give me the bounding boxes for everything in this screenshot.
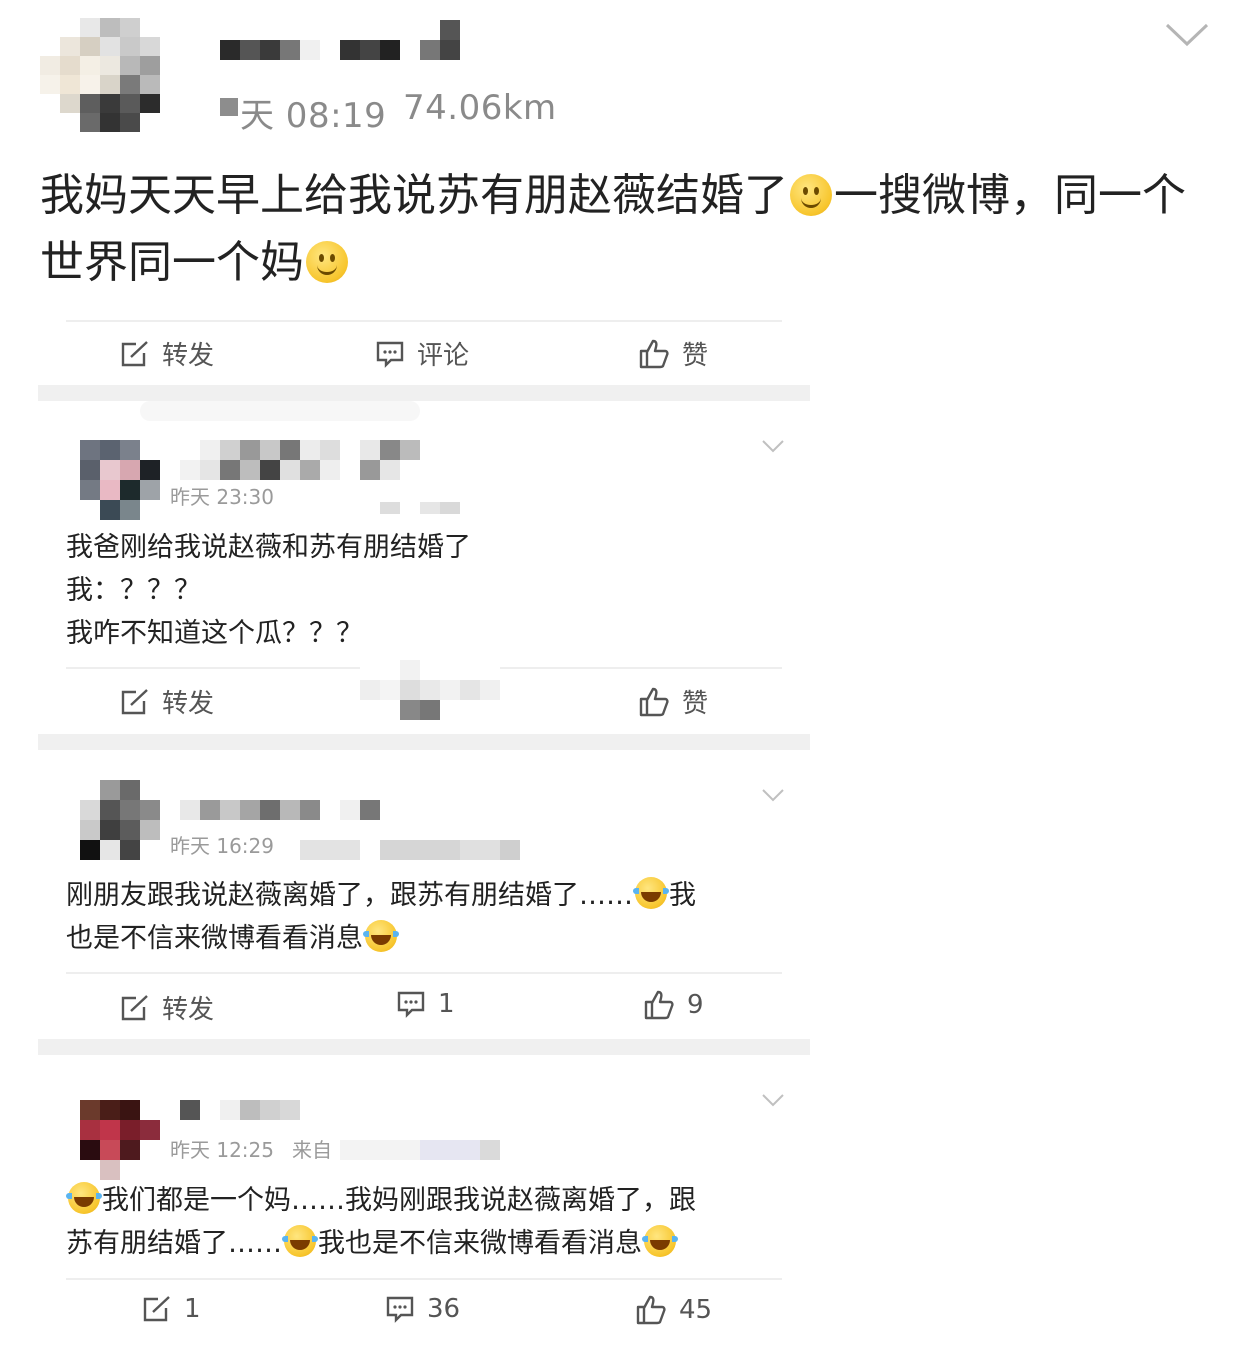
source-pixelated: [380, 502, 460, 514]
comment-text: 刚朋友跟我说赵薇离婚了，跟苏有朋结婚了…… 我 也是不信来微博看看消息: [66, 874, 786, 960]
laugh-cry-emoji: [66, 1182, 102, 1214]
username-pixelated[interactable]: [180, 1100, 300, 1120]
source-pixelated: [340, 1140, 500, 1160]
repost-button[interactable]: 转发: [120, 335, 214, 372]
comment-time: 昨天 16:29: [170, 834, 274, 858]
comment-line: 我也是不信来微博看看消息: [318, 1228, 642, 1259]
divider: [66, 1278, 782, 1280]
comment-button-pixelated[interactable]: [360, 660, 500, 720]
avatar-pixelated[interactable]: [80, 440, 160, 520]
comment-line: 我：？？？: [66, 575, 201, 606]
comment-text: 我爸刚给我说赵薇和苏有朋结婚了 我：？？？ 我咋不知道这个瓜？？？: [66, 526, 786, 655]
smile-emoji: [790, 174, 832, 216]
repost-count: 1: [184, 1294, 201, 1324]
comment-button[interactable]: 评论: [375, 335, 469, 372]
repost-icon: [121, 688, 148, 714]
comment-line: 也是不信来微博看看消息: [66, 923, 363, 954]
like-icon: [636, 1295, 666, 1325]
comment-icon: [376, 341, 404, 368]
post-time: 天 08:19: [240, 96, 387, 136]
source-prefix: 来自: [292, 1138, 332, 1162]
divider: [66, 320, 782, 322]
repost-label: 转发: [162, 995, 215, 1025]
source-pixelated: [300, 840, 520, 860]
repost-icon: [121, 340, 148, 366]
avatar-pixelated[interactable]: [80, 780, 160, 860]
chevron-down-icon[interactable]: [762, 440, 784, 453]
like-button[interactable]: 45: [635, 1294, 712, 1326]
meta-blur-block: [220, 98, 238, 116]
username-pixelated[interactable]: [220, 20, 460, 60]
like-button[interactable]: 赞: [638, 335, 708, 372]
like-button[interactable]: 赞: [638, 683, 708, 720]
laugh-cry-emoji: [363, 920, 399, 952]
username-pixelated[interactable]: [180, 440, 420, 480]
comment-time: 昨天 23:30: [170, 485, 274, 509]
like-button[interactable]: 9: [643, 989, 704, 1021]
repost-label: 转发: [162, 689, 215, 719]
comment-icon: [386, 1296, 414, 1323]
comment-line: 我爸刚给我说赵薇和苏有朋结婚了: [66, 532, 471, 563]
smile-emoji: [306, 241, 348, 283]
chevron-down-icon[interactable]: [762, 1094, 784, 1107]
avatar-pixelated[interactable]: [40, 18, 180, 132]
comment-line: 苏有朋结婚了……: [66, 1228, 282, 1259]
post-text-part1: 我妈天天早上给我说苏有朋赵薇结婚了: [40, 170, 788, 221]
comment-label: 评论: [417, 341, 470, 371]
section-divider: [38, 1039, 810, 1055]
comment-line: 我咋不知道这个瓜？？？: [66, 618, 363, 649]
username-pixelated[interactable]: [180, 800, 380, 820]
chevron-down-icon[interactable]: [1165, 22, 1209, 48]
comment-icon: [397, 991, 425, 1018]
repost-button[interactable]: 1: [142, 1294, 201, 1324]
avatar-pixelated[interactable]: [80, 1100, 160, 1180]
chevron-down-icon[interactable]: [762, 789, 784, 802]
like-label: 赞: [682, 689, 709, 719]
like-icon: [639, 339, 669, 368]
post-text: 我妈天天早上给我说苏有朋赵薇结婚了 一搜微博，同一个世界同一个妈: [40, 162, 1210, 296]
comment-text: 我们都是一个妈……我妈刚跟我说赵薇离婚了，跟 苏有朋结婚了…… 我也是不信来微博看…: [66, 1179, 786, 1265]
section-divider: [38, 734, 810, 750]
comment-line-tail: 我: [669, 880, 696, 911]
blur-band: [140, 401, 420, 421]
laugh-cry-emoji: [633, 877, 669, 909]
laugh-cry-emoji: [282, 1225, 318, 1257]
like-count: 9: [687, 990, 704, 1020]
post-distance: 74.06km: [403, 88, 557, 128]
comment-time: 昨天 12:25: [170, 1138, 274, 1162]
repost-icon: [121, 994, 148, 1020]
comment-count: 36: [427, 1294, 461, 1324]
repost-button[interactable]: 转发: [120, 989, 214, 1026]
repost-icon: [143, 1296, 170, 1322]
repost-button[interactable]: 转发: [120, 683, 214, 720]
comment-count: 1: [438, 989, 455, 1019]
comment-button[interactable]: 36: [385, 1294, 460, 1324]
laugh-cry-emoji: [642, 1225, 678, 1257]
section-divider: [38, 385, 810, 401]
repost-label: 转发: [162, 341, 215, 371]
like-label: 赞: [682, 341, 709, 371]
divider: [66, 972, 782, 974]
comment-button[interactable]: 1: [396, 989, 455, 1019]
like-icon: [639, 687, 669, 716]
like-count: 45: [679, 1295, 713, 1325]
comment-line: 刚朋友跟我说赵薇离婚了，跟苏有朋结婚了……: [66, 880, 633, 911]
comment-line: 我们都是一个妈……我妈刚跟我说赵薇离婚了，跟: [102, 1185, 696, 1216]
like-icon: [644, 990, 674, 1020]
